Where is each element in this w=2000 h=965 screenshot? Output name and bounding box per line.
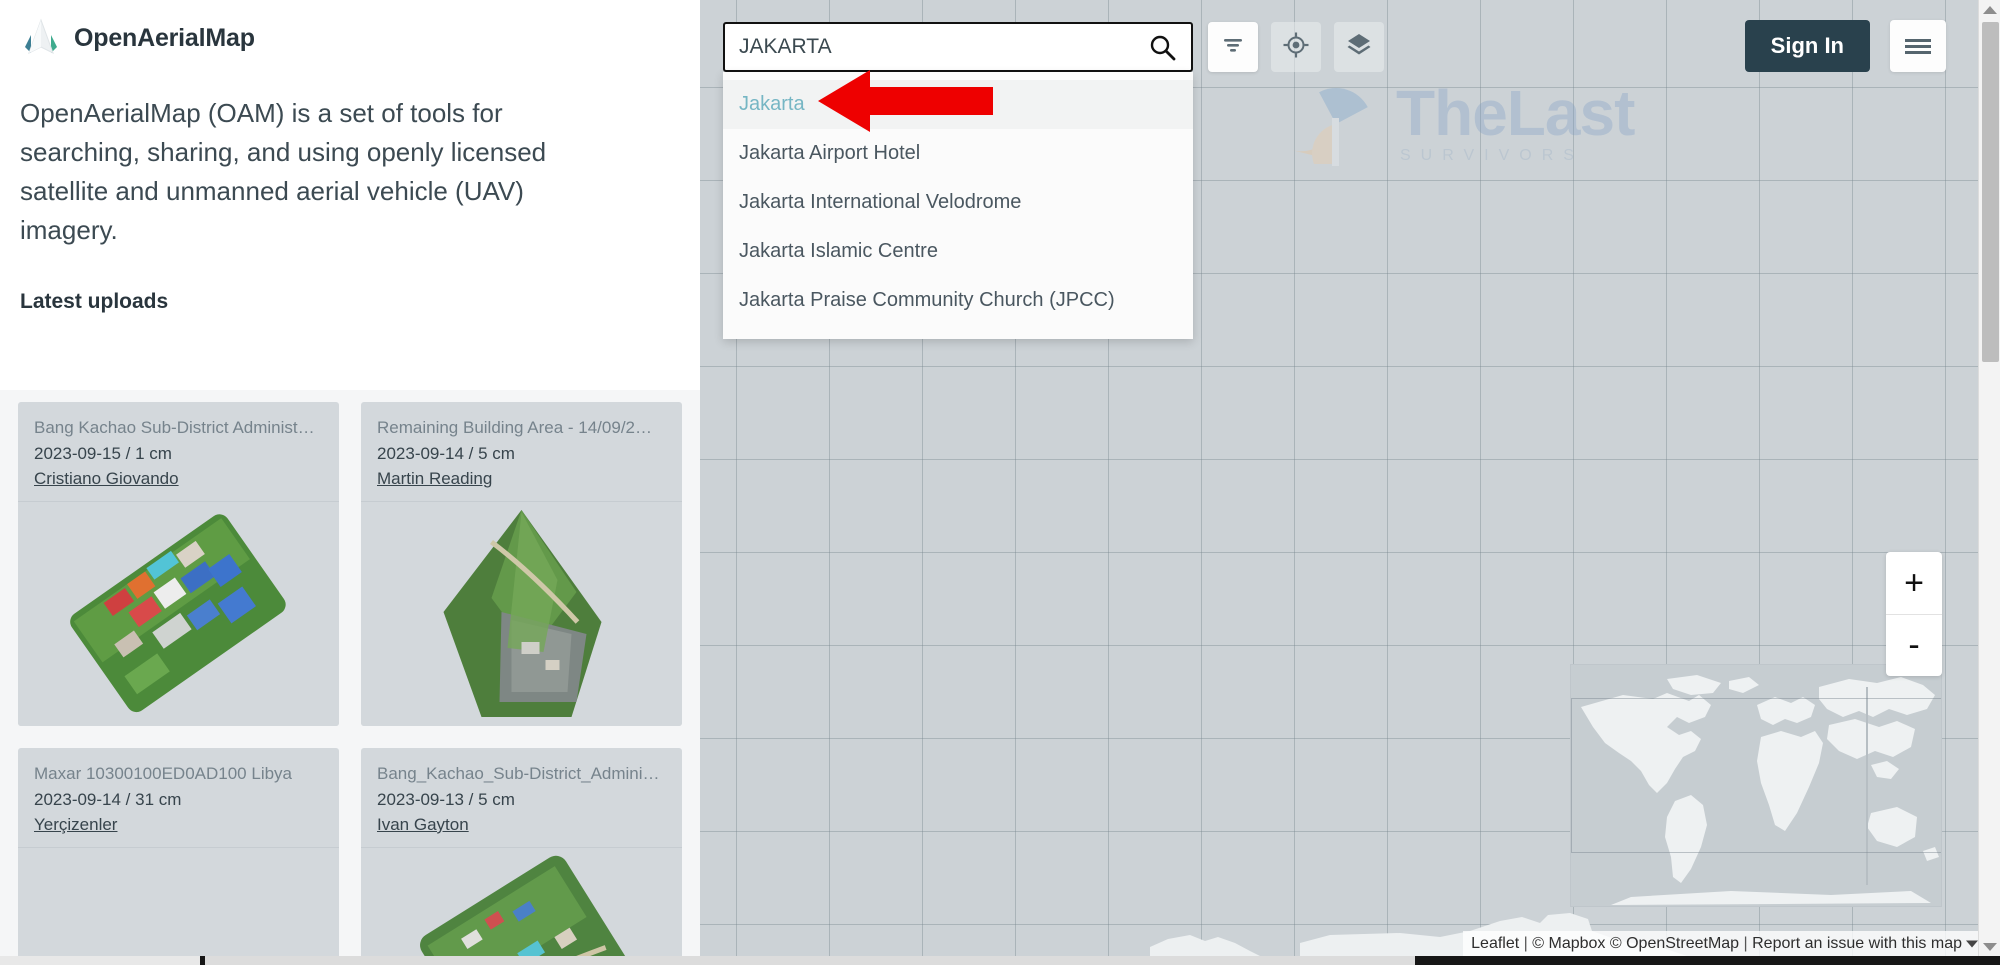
brand-header[interactable]: OpenAerialMap (20, 0, 680, 56)
card-title: Remaining Building Area - 14/09/2… (377, 418, 652, 437)
thelast-survivors-watermark: TheLast SURVIVORS (1290, 77, 1635, 170)
vertical-scrollbar-thumb[interactable] (1982, 22, 1999, 362)
card-user-link[interactable]: Martin Reading (377, 469, 492, 489)
attribution-osm[interactable]: © OpenStreetMap (1610, 935, 1739, 952)
chevron-down-icon[interactable] (1966, 940, 1978, 948)
card-date-resolution: 2023-09-14 / 31 cm (34, 790, 182, 809)
minimap-viewport-rect (1571, 698, 1941, 853)
zoom-out-button[interactable]: - (1886, 614, 1942, 676)
filter-button[interactable] (1208, 22, 1258, 72)
horizontal-scrollbar-track[interactable] (205, 956, 1415, 965)
watermark-subtitle: SURVIVORS (1400, 146, 1584, 164)
search-container: Jakarta Jakarta Airport Hotel Jakarta In… (723, 22, 1193, 339)
search-input[interactable] (739, 35, 1147, 59)
search-suggestions-dropdown[interactable]: Jakarta Jakarta Airport Hotel Jakarta In… (723, 72, 1193, 339)
zoom-control[interactable]: + - (1886, 552, 1942, 676)
card-thumbnail (361, 847, 682, 957)
filter-icon (1220, 32, 1246, 63)
suggestion-item[interactable]: Jakarta Airport Hotel (723, 129, 1193, 178)
card-thumbnail (361, 501, 682, 726)
card-meta: Maxar 10300100ED0AD100 Libya 2023-09-14 … (18, 748, 339, 847)
list-item[interactable]: Bang_Kachao_Sub-District_Admini… 2023-09… (361, 748, 682, 957)
intro-paragraph: OpenAerialMap (OAM) is a set of tools fo… (20, 98, 547, 245)
vertical-scrollbar[interactable] (1978, 0, 2000, 957)
layers-button[interactable] (1334, 22, 1384, 72)
layers-icon (1345, 31, 1373, 64)
minimap[interactable] (1570, 664, 1942, 907)
card-user-link[interactable]: Cristiano Giovando (34, 469, 179, 489)
attribution-report-link[interactable]: Report an issue with this map (1752, 935, 1962, 952)
card-user-link[interactable]: Yerçizenler (34, 815, 117, 835)
suggestion-item[interactable]: Jakarta International Velodrome (723, 178, 1193, 227)
paper-plane-logo-icon (20, 17, 62, 59)
card-title: Bang Kachao Sub-District Administ… (34, 418, 315, 437)
zoom-in-button[interactable]: + (1886, 552, 1942, 614)
scroll-down-arrow-icon[interactable] (1982, 943, 1997, 951)
search-box[interactable] (723, 22, 1193, 72)
card-meta: Bang_Kachao_Sub-District_Admini… 2023-09… (361, 748, 682, 847)
menu-button[interactable] (1890, 20, 1946, 72)
card-title: Maxar 10300100ED0AD100 Libya (34, 764, 293, 783)
scroll-up-arrow-icon[interactable] (1982, 6, 1997, 14)
brand-name: OpenAerialMap (74, 23, 255, 52)
left-sidebar-panel: OpenAerialMap OpenAerialMap (OAM) is a s… (0, 0, 700, 957)
card-title: Bang_Kachao_Sub-District_Admini… (377, 764, 660, 783)
panel-header: OpenAerialMap OpenAerialMap (OAM) is a s… (0, 0, 700, 336)
card-thumbnail (18, 847, 339, 957)
latest-uploads-list[interactable]: Bang Kachao Sub-District Administ… 2023-… (0, 390, 700, 957)
attribution-leaflet[interactable]: Leaflet (1471, 935, 1519, 952)
card-meta: Bang Kachao Sub-District Administ… 2023-… (18, 402, 339, 501)
card-date-resolution: 2023-09-13 / 5 cm (377, 790, 515, 809)
horizontal-scrollbar-thumb[interactable] (0, 956, 200, 965)
card-date-resolution: 2023-09-15 / 1 cm (34, 444, 172, 463)
sign-in-button[interactable]: Sign In (1744, 20, 1870, 72)
watermark-logo-icon (1290, 78, 1382, 170)
suggestion-item[interactable]: Jakarta Islamic Centre (723, 227, 1193, 276)
card-meta: Remaining Building Area - 14/09/2… 2023-… (361, 402, 682, 501)
attribution-separator-1: | (1523, 934, 1528, 952)
card-user-link[interactable]: Ivan Gayton (377, 815, 469, 835)
watermark-title: TheLast (1396, 77, 1635, 150)
search-icon[interactable] (1147, 32, 1177, 62)
card-date-resolution: 2023-09-14 / 5 cm (377, 444, 515, 463)
suggestion-item[interactable]: Jakarta (723, 80, 1193, 129)
locate-button[interactable] (1271, 22, 1321, 72)
horizontal-scrollbar[interactable] (0, 956, 2000, 965)
card-thumbnail (18, 501, 339, 726)
list-item[interactable]: Remaining Building Area - 14/09/2… 2023-… (361, 402, 682, 726)
latest-uploads-heading: Latest uploads (20, 290, 169, 313)
map-attribution[interactable]: Leaflet | © Mapbox © OpenStreetMap | Rep… (1463, 930, 1984, 957)
attribution-separator-2: | (1743, 934, 1748, 952)
attribution-mapbox[interactable]: © Mapbox (1532, 935, 1605, 952)
hamburger-menu-icon (1905, 36, 1931, 57)
suggestion-item[interactable]: Jakarta Praise Community Church (JPCC) (723, 276, 1193, 325)
list-item[interactable]: Maxar 10300100ED0AD100 Libya 2023-09-14 … (18, 748, 339, 957)
list-item[interactable]: Bang Kachao Sub-District Administ… 2023-… (18, 402, 339, 726)
locate-crosshair-icon (1282, 31, 1310, 64)
